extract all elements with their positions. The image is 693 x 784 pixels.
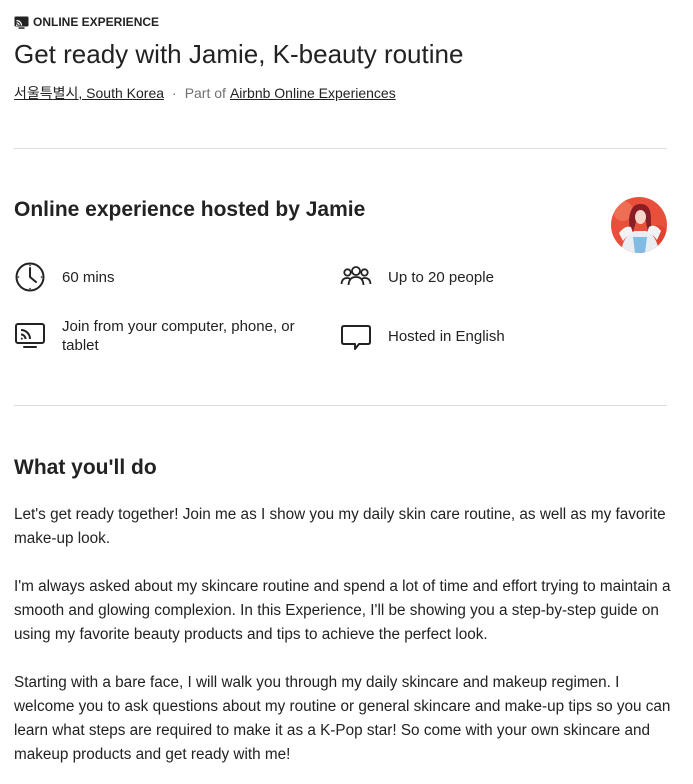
- feature-text: 60 mins: [62, 269, 115, 286]
- page-title: Get ready with Jamie, K-beauty routine: [14, 39, 464, 69]
- host-avatar[interactable]: [611, 197, 667, 253]
- clock-icon: [14, 261, 46, 293]
- airbnb-online-experiences-link[interactable]: Airbnb Online Experiences: [230, 84, 396, 102]
- experience-type-label: ONLINE EXPERIENCE: [33, 15, 160, 29]
- location-link[interactable]: 서울특별시, South Korea: [14, 84, 164, 102]
- feature-join-devices: Join from your computer, phone, or table…: [14, 317, 334, 355]
- speech-bubble-icon: [340, 321, 372, 353]
- feature-text: Hosted in English: [388, 328, 505, 345]
- feature-text: Join from your computer, phone, or table…: [62, 318, 295, 354]
- meta-separator: ·: [172, 85, 177, 101]
- section-divider: [14, 405, 667, 406]
- experience-type-badge: ONLINE EXPERIENCE: [14, 12, 679, 32]
- part-of-label: Part of: [184, 85, 226, 101]
- host-title: Online experience hosted by Jamie: [14, 198, 366, 221]
- description-paragraph: Let's get ready together! Join me as I s…: [14, 506, 666, 547]
- feature-group-size: Up to 20 people: [340, 261, 494, 293]
- description-paragraph: I'm always asked about my skincare routi…: [14, 578, 671, 643]
- section-title: What you'll do: [14, 456, 157, 479]
- feature-text: Up to 20 people: [388, 269, 494, 286]
- people-group-icon: [340, 261, 372, 293]
- feature-duration: 60 mins: [14, 261, 115, 293]
- host-overview-section: Online experience hosted by Jamie 60 min…: [14, 149, 679, 371]
- screen-cast-icon: [14, 319, 46, 351]
- feature-language: Hosted in English: [340, 321, 505, 353]
- screen-cast-icon: [14, 16, 29, 29]
- what-youll-do-section: What you'll do Let's get ready together!…: [14, 455, 679, 767]
- listing-meta: 서울특별시, South Korea · Part of Airbnb Onli…: [14, 84, 679, 102]
- experience-page: ONLINE EXPERIENCE Get ready with Jamie, …: [0, 12, 693, 784]
- description-paragraph: Starting with a bare face, I will walk y…: [14, 674, 671, 763]
